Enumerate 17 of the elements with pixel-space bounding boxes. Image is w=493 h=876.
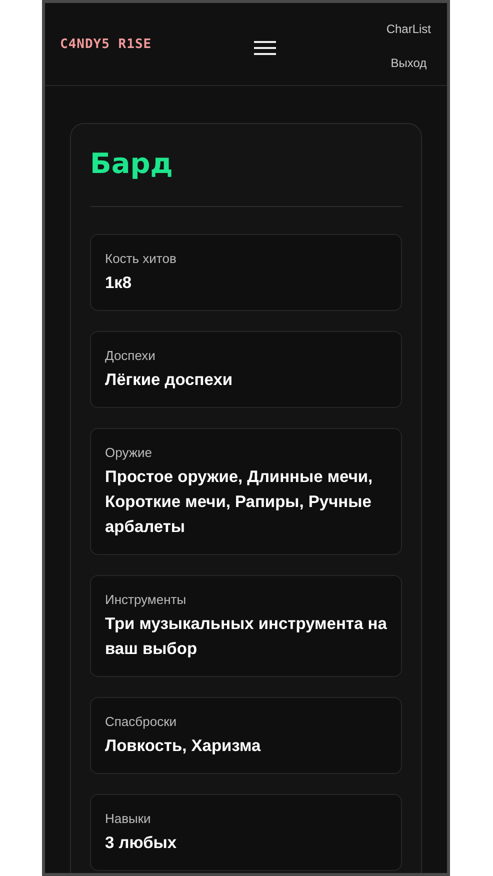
- menu-icon[interactable]: [254, 41, 276, 55]
- info-value: Три музыкальных инструмента на ваш выбор: [105, 614, 387, 660]
- info-value: 3 любых: [105, 833, 178, 854]
- card-title: Бард: [90, 146, 174, 182]
- nav-link[interactable]: CharList: [386, 22, 431, 36]
- info-label: Навыки: [105, 811, 152, 826]
- info-label: Спасброски: [105, 714, 178, 729]
- info-value: 1к8: [105, 273, 133, 294]
- info-value: Лёгкие доспехи: [105, 370, 234, 391]
- info-label: Инструменты: [105, 592, 188, 607]
- info-label: Оружие: [105, 445, 154, 460]
- info-value: Ловкость, Харизма: [105, 736, 262, 757]
- info-value: Простое оружие, Длинные мечи, Короткие мечи, Рапиры, Ручные арбалеты: [105, 467, 374, 538]
- nav-link[interactable]: Выход: [390, 56, 427, 70]
- info-label: Доспехи: [105, 348, 156, 363]
- logo[interactable]: C4NDY5 R1SE: [60, 36, 152, 52]
- info-label: Кость хитов: [105, 251, 178, 266]
